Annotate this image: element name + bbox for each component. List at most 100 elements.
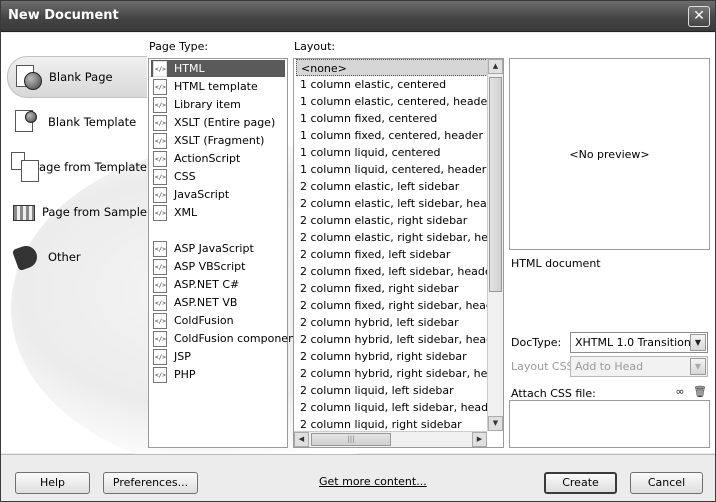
page-type-item[interactable]: ColdFusion — [151, 312, 285, 329]
php-file-icon — [153, 366, 167, 383]
category-blank-template[interactable]: Blank Template — [7, 101, 147, 143]
help-button[interactable]: Help — [15, 472, 90, 494]
page-type-item[interactable]: ASP VBScript — [151, 258, 285, 275]
category-label: Blank Template — [48, 115, 137, 129]
page-type-item[interactable]: ASP.NET VB — [151, 294, 285, 311]
page-from-sample-icon — [11, 197, 35, 227]
layout-item[interactable]: 1 column liquid, centered — [296, 144, 488, 161]
page-type-item[interactable]: ASP JavaScript — [151, 240, 285, 257]
page-type-item[interactable]: HTML — [151, 60, 285, 77]
page-from-template-icon — [11, 152, 39, 182]
layout-item[interactable]: 1 column fixed, centered — [296, 110, 488, 127]
category-page-from-template[interactable]: Page from Template — [7, 146, 147, 188]
category-label: Page from Sample — [41, 205, 147, 219]
page-type-item[interactable]: Library item — [151, 96, 285, 113]
arrow-down-icon: ▼ — [492, 419, 499, 427]
page-type-item[interactable]: XSLT (Fragment) — [151, 132, 285, 149]
category-page-from-sample[interactable]: Page from Sample — [7, 191, 147, 233]
trash-icon[interactable]: 🗑 — [693, 386, 707, 398]
page-type-item[interactable]: JSP — [151, 348, 285, 365]
scroll-left-button[interactable]: ◀ — [294, 432, 309, 447]
layout-vertical-scrollbar[interactable]: ▲ ▼ — [487, 59, 503, 431]
page-type-item[interactable]: PHP — [151, 366, 285, 383]
layout-item[interactable]: 2 column hybrid, right sidebar — [296, 348, 488, 365]
layout-list[interactable]: <none> 1 column elastic, centered 1 colu… — [293, 58, 504, 448]
blank-template-icon — [11, 107, 41, 137]
preview-pane: <No preview> — [509, 58, 710, 250]
scroll-up-button[interactable]: ▲ — [488, 59, 503, 74]
doctype-value: XHTML 1.0 Transitional — [575, 336, 701, 349]
layout-item[interactable]: 1 column elastic, centered — [296, 76, 488, 93]
layout-item[interactable]: 2 column fixed, right sidebar — [296, 280, 488, 297]
scroll-down-button[interactable]: ▼ — [488, 416, 503, 431]
layout-item[interactable]: 2 column hybrid, left sidebar — [296, 314, 488, 331]
arrow-right-icon: ▶ — [476, 435, 483, 443]
layout-css-select[interactable]: Add to Head ▼ — [570, 356, 708, 377]
attach-css-label: Attach CSS file: — [511, 387, 596, 400]
link-icon[interactable]: ∞ — [673, 386, 687, 398]
page-type-item[interactable]: ColdFusion component — [151, 330, 299, 347]
page-type-list[interactable]: HTML HTML template Library item XSLT (En… — [148, 58, 299, 448]
page-type-label: Page Type: — [149, 40, 209, 53]
layout-item[interactable]: 2 column elastic, left sidebar — [296, 178, 488, 195]
category-label: Page from Template — [32, 160, 147, 174]
create-button[interactable]: Create — [544, 472, 617, 494]
doctype-select[interactable]: XHTML 1.0 Transitional ▼ — [570, 332, 708, 353]
layout-item[interactable]: 2 column fixed, right sidebar, header a — [296, 297, 488, 314]
page-type-item[interactable]: ActionScript — [151, 150, 285, 167]
preview-text: <No preview> — [569, 147, 650, 161]
preferences-button[interactable]: Preferences... — [103, 472, 198, 494]
doctype-label: DocType: — [511, 336, 562, 349]
html-file-icon — [153, 60, 167, 77]
chevron-down-icon: ▼ — [690, 358, 706, 375]
layout-item[interactable]: 2 column fixed, left sidebar — [296, 246, 488, 263]
scroll-thumb[interactable] — [489, 77, 502, 292]
layout-item[interactable]: <none> — [296, 59, 488, 76]
layout-item[interactable]: 2 column elastic, right sidebar, header — [296, 229, 488, 246]
close-button[interactable]: ✕ — [688, 6, 710, 27]
scroll-thumb[interactable]: ||| — [311, 433, 391, 446]
dialog-button-bar: Help Preferences... Get more content... … — [1, 454, 715, 501]
category-blank-page[interactable]: Blank Page — [7, 56, 147, 98]
javascript-file-icon — [153, 186, 167, 203]
scroll-right-button[interactable]: ▶ — [472, 432, 487, 447]
layout-item[interactable]: 1 column elastic, centered, header and — [296, 93, 488, 110]
coldfusion-file-icon — [153, 312, 167, 329]
xslt-file-icon — [153, 114, 167, 131]
library-file-icon — [153, 96, 167, 113]
layout-item[interactable]: 2 column hybrid, right sidebar, header — [296, 365, 488, 382]
layout-item[interactable]: 2 column liquid, left sidebar — [296, 382, 488, 399]
layout-item[interactable]: 2 column fixed, left sidebar, header an — [296, 263, 488, 280]
jsp-file-icon — [153, 348, 167, 365]
cancel-button[interactable]: Cancel — [630, 472, 703, 494]
layout-item[interactable]: 1 column fixed, centered, header and f — [296, 127, 488, 144]
blank-page-icon — [12, 62, 42, 92]
page-type-item[interactable]: XSLT (Entire page) — [151, 114, 285, 131]
page-type-item[interactable]: CSS — [151, 168, 285, 185]
layout-horizontal-scrollbar[interactable]: ◀ ||| ▶ — [294, 431, 487, 447]
chevron-down-icon: ▼ — [690, 334, 706, 351]
layout-item[interactable]: 2 column elastic, right sidebar — [296, 212, 488, 229]
layout-item[interactable]: 2 column hybrid, left sidebar, header a — [296, 331, 488, 348]
xml-file-icon — [153, 204, 167, 221]
category-label: Other — [48, 250, 81, 264]
layout-label: Layout: — [294, 40, 336, 53]
xslt-fragment-file-icon — [153, 132, 167, 149]
layout-item[interactable]: 2 column liquid, left sidebar, header an — [296, 399, 488, 416]
layout-css-label: Layout CSS: — [511, 360, 578, 373]
arrow-up-icon: ▲ — [492, 62, 499, 70]
coldfusion-component-file-icon — [153, 330, 167, 347]
get-more-content-link[interactable]: Get more content... — [319, 475, 427, 488]
layout-item[interactable]: 1 column liquid, centered, header and f — [296, 161, 488, 178]
aspnet-csharp-file-icon — [153, 276, 167, 293]
category-other[interactable]: Other — [7, 236, 147, 278]
aspnet-vb-file-icon — [153, 294, 167, 311]
page-type-item[interactable]: HTML template — [151, 78, 285, 95]
attached-css-list[interactable] — [509, 400, 710, 448]
page-type-item[interactable]: ASP.NET C# — [151, 276, 285, 293]
page-type-item[interactable]: XML — [151, 204, 285, 221]
title-bar: New Document ✕ — [1, 1, 715, 32]
layout-item[interactable]: 2 column elastic, left sidebar, header a — [296, 195, 488, 212]
page-type-item[interactable]: JavaScript — [151, 186, 285, 203]
asp-javascript-file-icon — [153, 240, 167, 257]
